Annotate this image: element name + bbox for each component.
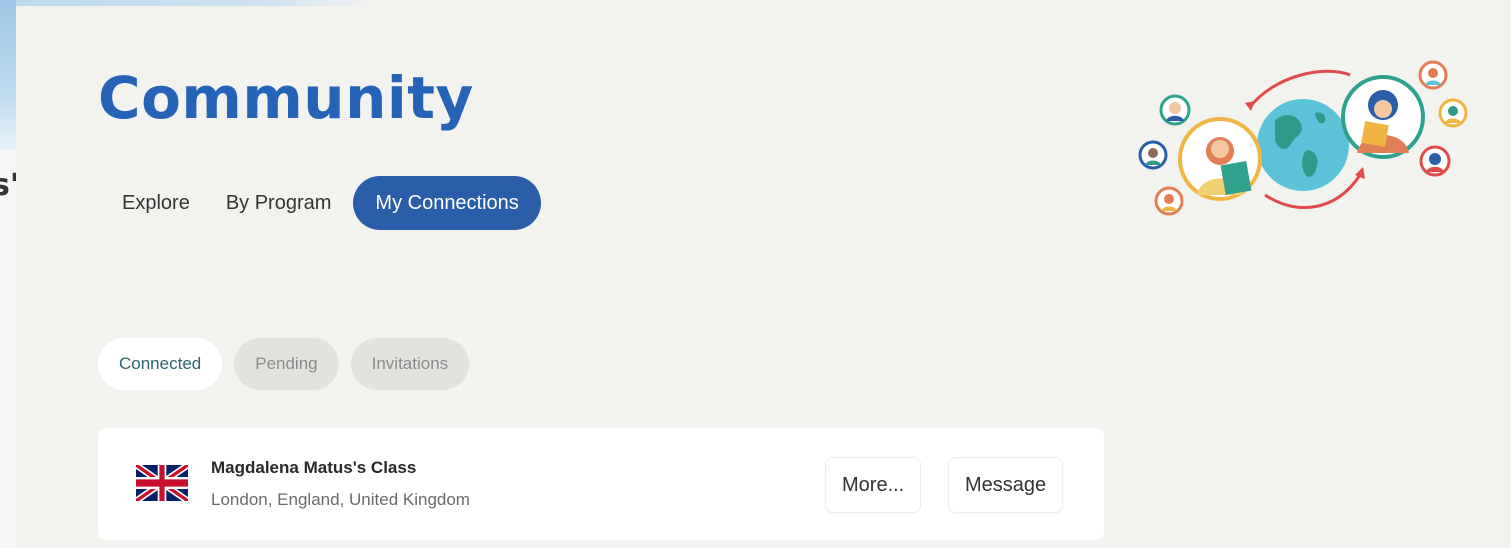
page-title: Community — [98, 64, 474, 132]
connection-card: Magdalena Matus's Class London, England,… — [98, 428, 1104, 540]
connection-name: Magdalena Matus's Class — [211, 458, 417, 477]
tab-connected[interactable]: Connected — [98, 338, 223, 390]
global-community-illustration — [1138, 60, 1468, 216]
left-edge-text-fragment: s' — [0, 168, 16, 203]
tab-pending[interactable]: Pending — [234, 338, 339, 390]
tab-by-program[interactable]: By Program — [208, 176, 350, 230]
uk-flag-icon — [136, 465, 188, 501]
message-button[interactable]: Message — [948, 457, 1064, 513]
left-edge-background — [0, 0, 16, 150]
connection-filter-tabs: Connected Pending Invitations — [98, 338, 470, 390]
connection-location: London, England, United Kingdom — [211, 490, 470, 509]
tab-invitations[interactable]: Invitations — [350, 338, 470, 390]
more-button[interactable]: More... — [825, 457, 922, 513]
tab-my-connections[interactable]: My Connections — [353, 176, 541, 230]
top-edge-background — [16, 0, 376, 6]
tab-explore[interactable]: Explore — [104, 176, 208, 230]
main-tabs: Explore By Program My Connections — [104, 176, 541, 230]
